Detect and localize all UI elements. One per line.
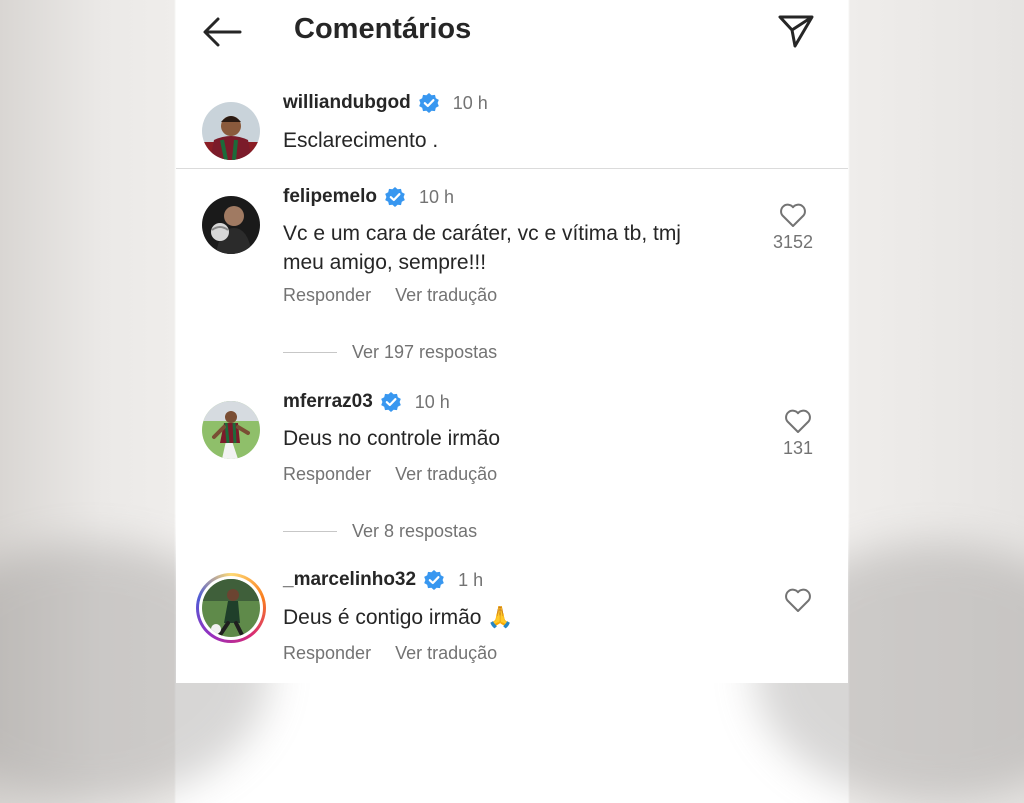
view-replies-button[interactable]: Ver 197 respostas: [283, 340, 497, 364]
comment-text-line: meu amigo, sempre!!!: [283, 251, 487, 274]
heart-icon[interactable]: [784, 408, 812, 434]
verified-badge-icon: [385, 187, 405, 207]
like-count: 3152: [772, 232, 814, 252]
replies-divider-line: [283, 351, 337, 353]
avatar-image: [202, 102, 260, 160]
timestamp: 10 h: [452, 92, 488, 113]
comment-actions: Responder Ver tradução: [283, 464, 497, 485]
comment-actions: Responder Ver tradução: [283, 285, 497, 306]
like-control: 3152: [753, 202, 833, 253]
translate-button[interactable]: Ver tradução: [395, 643, 497, 664]
page-title: Comentários: [294, 13, 472, 45]
like-count: 131: [782, 438, 814, 458]
avatar[interactable]: [202, 401, 260, 459]
caption-text: Esclarecimento .: [283, 129, 439, 152]
comment-text-line: Deus no controle irmão: [283, 427, 501, 450]
replies-divider-line: [283, 530, 337, 532]
verified-badge-icon: [418, 93, 439, 113]
username[interactable]: williandubgod: [283, 92, 411, 114]
verified-badge-icon: [424, 570, 444, 590]
comment-text: Vc e um cara de caráter, vc e vítima tb,…: [283, 219, 723, 277]
story-ring[interactable]: [196, 573, 266, 643]
avatar: [202, 579, 260, 637]
view-replies-label: Ver 8 respostas: [352, 520, 478, 541]
translate-button[interactable]: Ver tradução: [395, 285, 497, 306]
back-arrow-icon[interactable]: [200, 14, 244, 50]
comment-text: Deus é contigo irmão 🙏: [283, 603, 723, 632]
heart-icon[interactable]: [784, 587, 812, 613]
avatar-image: [202, 196, 260, 254]
view-replies-label: Ver 197 respostas: [352, 341, 498, 362]
like-control: 131: [758, 408, 838, 459]
username[interactable]: felipemelo: [283, 186, 377, 208]
comments-screen: Comentários williandubgod 10 h Esclareci…: [176, 0, 848, 683]
translate-button[interactable]: Ver tradução: [395, 464, 497, 485]
comment-text: Deus no controle irmão: [283, 424, 723, 453]
reply-button[interactable]: Responder: [283, 285, 371, 306]
comment-header: felipemelo 10 h: [283, 184, 454, 210]
username[interactable]: _marcelinho32: [283, 569, 416, 591]
view-replies-button[interactable]: Ver 8 respostas: [283, 519, 477, 543]
avatar-image: [202, 579, 260, 637]
avatar[interactable]: [202, 102, 260, 160]
timestamp: 1 h: [458, 569, 484, 590]
comment-text-line: Deus é contigo irmão 🙏: [283, 606, 514, 629]
header: Comentários: [176, 0, 848, 64]
comment-header: _marcelinho32 1 h: [283, 567, 483, 593]
comment-text-line: Vc e um cara de caráter, vc e vítima tb,…: [283, 222, 681, 245]
avatar[interactable]: [202, 196, 260, 254]
heart-icon[interactable]: [779, 202, 807, 228]
reply-button[interactable]: Responder: [283, 643, 371, 664]
comment-header: mferraz03 10 h: [283, 389, 450, 415]
like-control: [758, 587, 838, 613]
timestamp: 10 h: [418, 186, 455, 207]
send-icon[interactable]: [776, 12, 816, 50]
timestamp: 10 h: [414, 391, 450, 412]
avatar-image: [202, 401, 260, 459]
username[interactable]: mferraz03: [283, 391, 373, 413]
caption-divider: [176, 168, 848, 169]
post-caption: williandubgod 10 h Esclarecimento .: [176, 88, 848, 168]
caption-header: williandubgod 10 h: [283, 90, 488, 116]
reply-button[interactable]: Responder: [283, 464, 371, 485]
comment-actions: Responder Ver tradução: [283, 643, 497, 664]
verified-badge-icon: [380, 392, 401, 412]
